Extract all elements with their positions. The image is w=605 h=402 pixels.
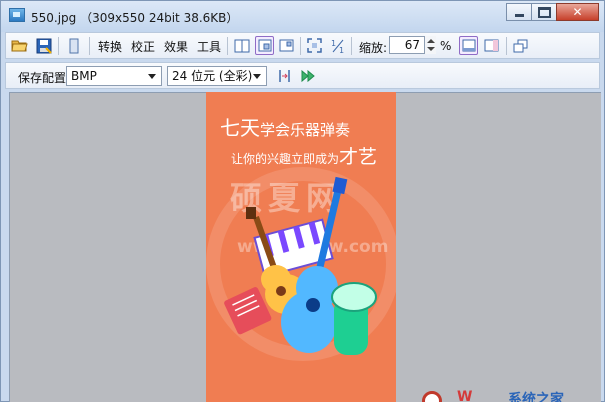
page-icon — [64, 36, 83, 55]
window-title: 550.jpg （309x550 24bit 38.6KB） — [31, 11, 239, 25]
folder-open-icon — [10, 36, 29, 55]
menu-tools[interactable]: 工具 — [197, 38, 221, 55]
color-depth-select[interactable]: 24 位元 (全彩) — [167, 66, 267, 86]
fast-forward-icon — [298, 66, 317, 85]
format-value: BMP — [71, 69, 97, 83]
save-settings-label: 保存配置 — [18, 71, 67, 85]
menu-correct[interactable]: 校正 — [131, 38, 155, 55]
zoom-label: 缩放: — [359, 41, 388, 55]
logo-icon — [422, 391, 442, 402]
corner-window-icon — [277, 36, 296, 55]
maximize-button[interactable] — [531, 3, 557, 21]
single-view-button[interactable] — [232, 36, 251, 55]
zoom-unit: % — [440, 39, 452, 53]
chevron-down-icon — [253, 74, 261, 79]
chevron-down-icon[interactable] — [427, 47, 435, 51]
instruments-illustration — [206, 167, 396, 361]
menu-effects[interactable]: 效果 — [164, 38, 188, 55]
svg-text:1: 1 — [339, 46, 344, 54]
color-depth-value: 24 位元 (全彩) — [172, 69, 253, 83]
close-button[interactable]: ✕ — [556, 3, 599, 21]
ratio-icon: 11 — [328, 36, 347, 55]
save-icon — [34, 36, 53, 55]
play-button[interactable] — [298, 66, 317, 85]
app-icon — [9, 8, 25, 22]
split-vertical-icon — [232, 36, 251, 55]
expand-icon — [305, 36, 324, 55]
brand-text: 系统之家 — [508, 392, 564, 402]
chevron-down-icon — [148, 74, 156, 79]
svg-text:1: 1 — [331, 39, 336, 48]
fullscreen-button[interactable] — [305, 36, 324, 55]
chevron-up-icon[interactable] — [427, 39, 435, 43]
window-controls: ✕ — [506, 3, 599, 21]
main-toolbar: 转换 校正 效果 工具 11 缩放: 67 % — [5, 32, 600, 59]
close-icon: ✕ — [572, 5, 583, 19]
windows-icon — [511, 36, 530, 55]
open-button[interactable] — [10, 36, 29, 55]
compare-button[interactable] — [275, 66, 294, 85]
zoom-spinner[interactable] — [424, 36, 436, 54]
panel-bottom-icon — [459, 36, 478, 55]
fit-view-button[interactable] — [255, 36, 274, 55]
panel-right-button[interactable] — [482, 36, 501, 55]
bottom-watermark: W 系统之家 — [412, 389, 602, 402]
save-settings-bar: 保存配置 BMP 24 位元 (全彩) — [5, 62, 600, 89]
window-mode-button[interactable] — [511, 36, 530, 55]
logo-w: W — [457, 389, 473, 402]
actual-size-button[interactable]: 11 — [328, 36, 347, 55]
menu-convert[interactable]: 转换 — [98, 38, 122, 55]
displayed-image: 七天学会乐器弹奏 让你的兴趣立即成为才艺 硕夏网 www.sxiaw.com — [206, 92, 396, 402]
compare-icon — [275, 66, 294, 85]
fit-window-icon — [255, 36, 274, 55]
minimize-button[interactable] — [506, 3, 532, 21]
panel-right-icon — [482, 36, 501, 55]
corner-view-button[interactable] — [277, 36, 296, 55]
panel-bottom-button[interactable] — [459, 36, 478, 55]
title-bar[interactable]: 550.jpg （309x550 24bit 38.6KB） ✕ — [1, 1, 604, 32]
format-select[interactable]: BMP — [66, 66, 162, 86]
save-button[interactable] — [34, 36, 53, 55]
page-button[interactable] — [64, 36, 83, 55]
